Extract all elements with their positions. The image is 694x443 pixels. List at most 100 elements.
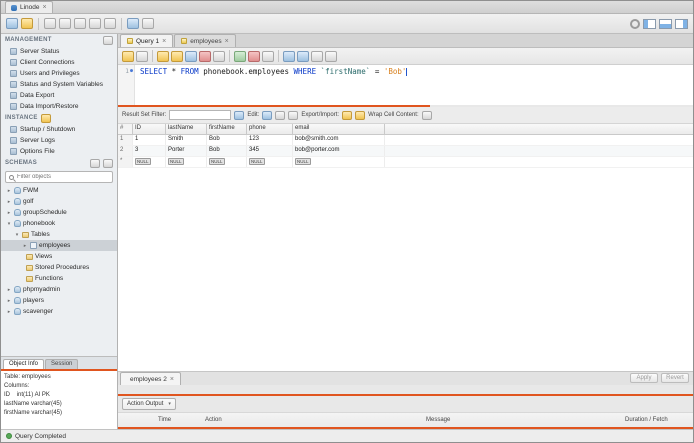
col-header-rownum[interactable]: # xyxy=(118,124,133,134)
management-refresh-icon[interactable] xyxy=(103,35,113,45)
sidebar-item-startup-shutdown[interactable]: Startup / Shutdown xyxy=(1,124,117,135)
wrap-cell-content-icon[interactable] xyxy=(421,110,432,120)
tab-session[interactable]: Session xyxy=(45,359,79,369)
tree-item-golf[interactable]: ▸ golf xyxy=(1,196,117,207)
commit-icon[interactable] xyxy=(234,50,246,62)
tree-item-scavenger[interactable]: ▸ scavenger xyxy=(1,306,117,317)
col-header-email[interactable]: email xyxy=(293,124,385,134)
create-procedure-icon[interactable] xyxy=(89,18,101,29)
toggle-output-area-icon[interactable] xyxy=(659,18,672,29)
cell-id[interactable]: 1 xyxy=(133,135,166,145)
beautify-script-icon[interactable] xyxy=(283,50,295,62)
execute-current-icon[interactable] xyxy=(171,50,183,62)
close-icon[interactable]: × xyxy=(162,38,166,45)
tree-item-phonebook[interactable]: ▾ phonebook xyxy=(1,218,117,229)
rollback-icon[interactable] xyxy=(248,50,260,62)
col-header-firstname[interactable]: firstName xyxy=(207,124,247,134)
collapse-arrow-icon[interactable]: ▾ xyxy=(6,221,12,227)
editor-result-splitter[interactable] xyxy=(118,105,693,107)
create-table-icon[interactable] xyxy=(59,18,71,29)
col-header-id[interactable]: ID xyxy=(133,124,166,134)
cell-firstname[interactable]: Bob xyxy=(207,135,247,145)
sidebar-item-client-connections[interactable]: Client Connections xyxy=(1,57,117,68)
create-schema-icon[interactable] xyxy=(44,18,56,29)
expand-arrow-icon[interactable]: ▸ xyxy=(6,309,12,315)
tab-result-employees-2[interactable]: employees 2 × xyxy=(120,372,181,385)
delete-row-icon[interactable] xyxy=(288,110,299,120)
connection-tab[interactable]: Linode × xyxy=(5,1,53,13)
expand-arrow-icon[interactable]: ▸ xyxy=(22,243,28,249)
tab-object-info[interactable]: Object Info xyxy=(3,359,45,369)
tab-query-1[interactable]: Query 1 × xyxy=(120,34,174,47)
tree-item-stored-procedures[interactable]: Stored Procedures xyxy=(1,262,117,273)
apply-button[interactable]: Apply xyxy=(630,373,658,383)
autocommit-toggle-icon[interactable] xyxy=(262,50,274,62)
expand-arrow-icon[interactable]: ▸ xyxy=(6,210,12,216)
expand-arrow-icon[interactable]: ▸ xyxy=(6,287,12,293)
edit-row-icon[interactable] xyxy=(262,110,273,120)
expand-arrow-icon[interactable]: ▸ xyxy=(6,199,12,205)
new-query-tab-icon[interactable] xyxy=(6,18,18,29)
status-circle-icon[interactable] xyxy=(630,18,640,29)
open-script-icon[interactable] xyxy=(21,18,33,29)
sidebar-item-data-import[interactable]: Data Import/Restore xyxy=(1,101,117,112)
search-table-data-icon[interactable] xyxy=(127,18,139,29)
revert-button[interactable]: Revert xyxy=(661,373,689,383)
cell-phone[interactable]: 123 xyxy=(247,135,293,145)
sql-editor[interactable]: 1 ● SELECT * FROM phonebook.employees WH… xyxy=(118,65,693,105)
tree-item-fwm[interactable]: ▸ FWM xyxy=(1,185,117,196)
tree-item-functions[interactable]: Functions xyxy=(1,273,117,284)
export-recordset-icon[interactable] xyxy=(342,110,353,120)
output-selector[interactable]: Action Output ▾ xyxy=(122,398,176,410)
close-icon[interactable]: × xyxy=(225,38,229,45)
tree-item-employees[interactable]: ▸ employees xyxy=(1,240,117,251)
sidebar-item-users-privileges[interactable]: Users and Privileges xyxy=(1,68,117,79)
cell-phone[interactable]: 345 xyxy=(247,146,293,156)
sidebar-item-server-status[interactable]: Server Status xyxy=(1,46,117,57)
tree-item-groupschedule[interactable]: ▸ groupSchedule xyxy=(1,207,117,218)
result-filter-input[interactable] xyxy=(169,110,232,120)
import-records-icon[interactable] xyxy=(355,110,366,120)
create-view-icon[interactable] xyxy=(74,18,86,29)
cell-id[interactable]: 3 xyxy=(133,146,166,156)
collapse-arrow-icon[interactable]: ▾ xyxy=(14,232,20,238)
cell-lastname[interactable]: Porter xyxy=(166,146,207,156)
col-header-lastname[interactable]: lastName xyxy=(166,124,207,134)
col-header-phone[interactable]: phone xyxy=(247,124,293,134)
open-sql-file-icon[interactable] xyxy=(122,50,134,62)
tree-item-phpmyadmin[interactable]: ▸ phpmyadmin xyxy=(1,284,117,295)
create-function-icon[interactable] xyxy=(104,18,116,29)
invisible-chars-toggle-icon[interactable] xyxy=(311,50,323,62)
toggle-left-sidebar-icon[interactable] xyxy=(643,18,656,29)
table-row-new[interactable]: * NULL NULL NULL NULL NULL xyxy=(118,157,693,168)
table-row[interactable]: 2 3 Porter Bob 345 bob@porter.com xyxy=(118,146,693,157)
schema-filter-input[interactable] xyxy=(17,174,109,180)
find-icon[interactable] xyxy=(297,50,309,62)
toggle-right-sidebar-icon[interactable] xyxy=(675,18,688,29)
expand-arrow-icon[interactable]: ▸ xyxy=(6,188,12,194)
sidebar-item-status-variables[interactable]: Status and System Variables xyxy=(1,79,117,90)
cell-lastname[interactable]: Smith xyxy=(166,135,207,145)
cell-email[interactable]: bob@porter.com xyxy=(293,146,385,156)
cell-firstname[interactable]: Bob xyxy=(207,146,247,156)
close-icon[interactable]: × xyxy=(43,4,47,11)
explain-plan-icon[interactable] xyxy=(185,50,197,62)
add-row-icon[interactable] xyxy=(275,110,286,120)
wrap-text-toggle-icon[interactable] xyxy=(325,50,337,62)
tree-item-players[interactable]: ▸ players xyxy=(1,295,117,306)
save-script-icon[interactable] xyxy=(136,50,148,62)
expand-arrow-icon[interactable]: ▸ xyxy=(6,298,12,304)
stop-query-icon[interactable] xyxy=(199,50,211,62)
stop-on-error-toggle-icon[interactable] xyxy=(213,50,225,62)
cell-email[interactable]: bob@smith.com xyxy=(293,135,385,145)
execute-statement-icon[interactable] xyxy=(157,50,169,62)
table-row[interactable]: 1 1 Smith Bob 123 bob@smith.com xyxy=(118,135,693,146)
schemas-pin-icon[interactable] xyxy=(90,158,100,168)
sidebar-item-options-file[interactable]: Options File xyxy=(1,146,117,157)
tree-item-views[interactable]: Views xyxy=(1,251,117,262)
close-icon[interactable]: × xyxy=(170,376,174,383)
tree-item-tables[interactable]: ▾ Tables xyxy=(1,229,117,240)
sidebar-item-data-export[interactable]: Data Export xyxy=(1,90,117,101)
refresh-grid-icon[interactable] xyxy=(234,110,245,120)
sidebar-item-server-logs[interactable]: Server Logs xyxy=(1,135,117,146)
